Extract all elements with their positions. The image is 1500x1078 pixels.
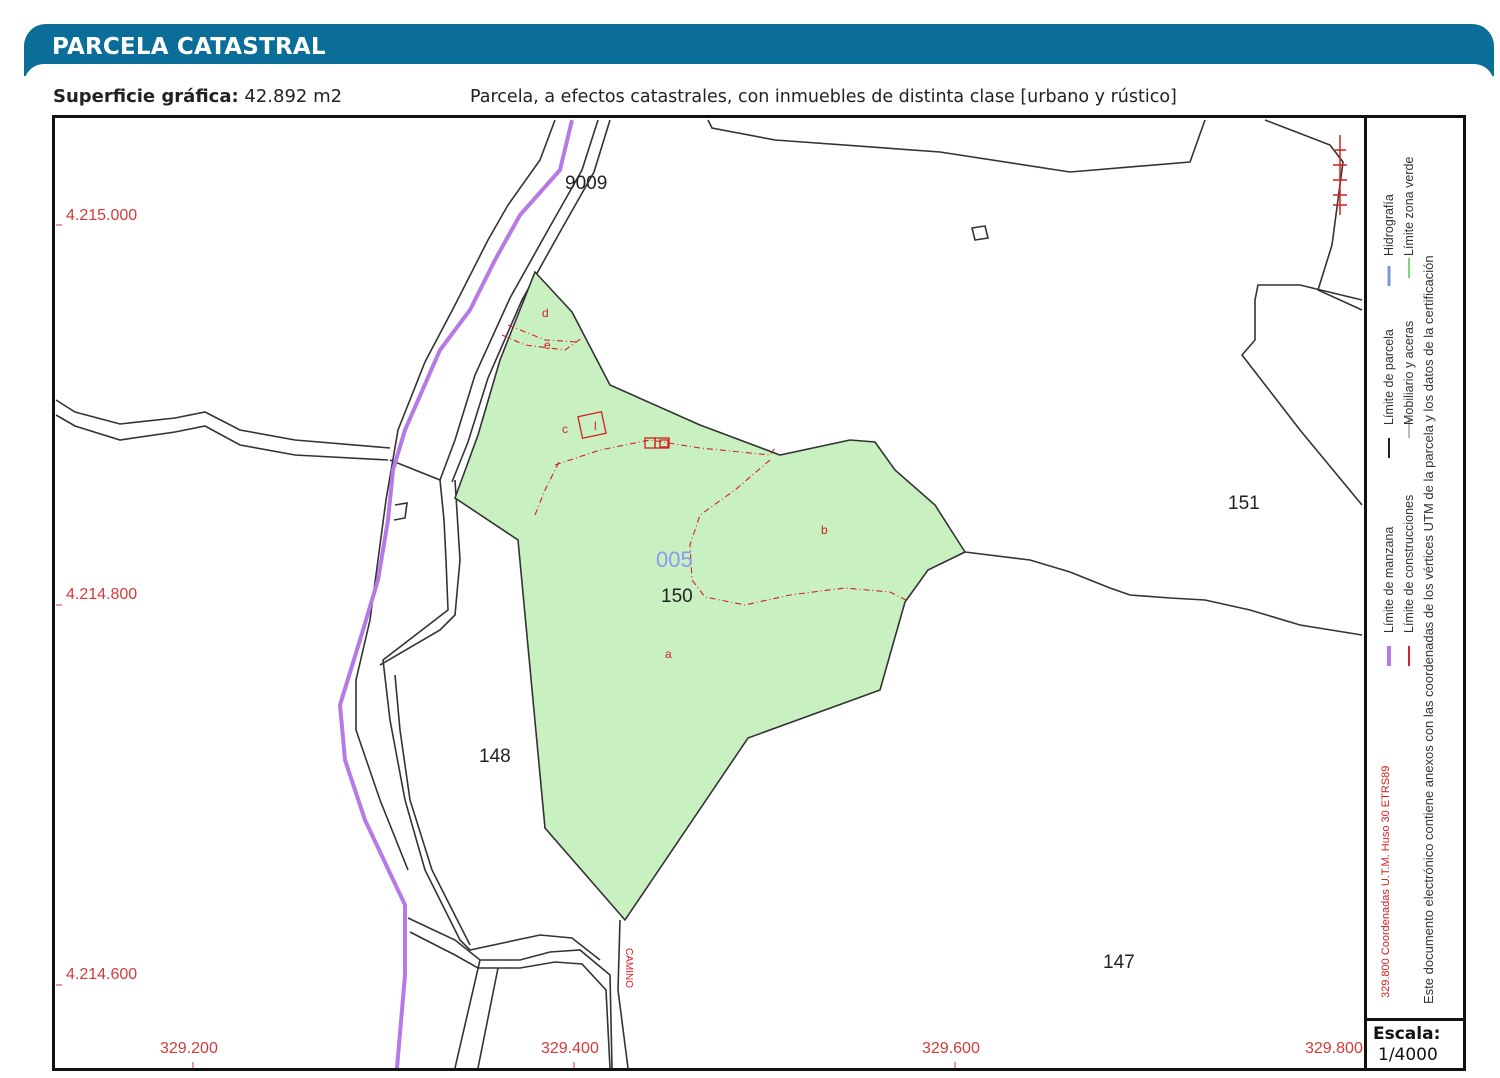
cadastral-map[interactable]: 4.215.000 4.214.800 4.214.600 329.200 32… <box>55 118 1364 1068</box>
boundary-bottom-road-2 <box>477 967 499 1068</box>
boundary-ne-2 <box>1240 284 1363 506</box>
road-name: CAMINO <box>623 948 634 988</box>
boundary-north <box>707 119 1206 173</box>
boundary-east-1 <box>964 551 1363 636</box>
parcel-label-east: 151 <box>1228 493 1260 514</box>
page-title: PARCELA CATASTRAL <box>52 34 326 60</box>
coord-y-2: 4.214.800 <box>66 586 137 603</box>
boundary-south-1 <box>617 919 629 1068</box>
parcel-description: Parcela, a efectos catastrales, con inmu… <box>470 87 1177 107</box>
subparcel-e: e <box>544 338 551 352</box>
legend-label-parcela: Límite de parcela <box>1382 329 1396 425</box>
header-curve <box>24 64 1494 84</box>
parcel-150[interactable] <box>454 270 967 922</box>
construction-label: l <box>594 419 597 433</box>
scale-value: 1/4000 <box>1378 1045 1438 1065</box>
parcel-label-south: 147 <box>1103 952 1135 973</box>
crs-note: 329.800 Coordenadas U.T.M. Huso 30 ETRS8… <box>1380 766 1392 998</box>
legend-panel: Límite de manzana Límite de parcela Hidr… <box>1364 118 1463 1018</box>
subparcel-b: b <box>821 523 828 537</box>
coord-x-1: 329.200 <box>160 1040 218 1057</box>
coord-x-2: 329.400 <box>541 1040 599 1057</box>
certification-note: Este documento electrónico contiene anex… <box>1421 255 1436 1004</box>
legend-label-construcciones: Límite de construcciones <box>1402 495 1416 633</box>
boundary-road-left-3 <box>379 479 461 666</box>
coord-x-3: 329.600 <box>922 1040 980 1057</box>
boundary-west-2 <box>55 414 389 461</box>
area-label: Superficie gráfica: <box>53 86 239 107</box>
legend-label-manzana: Límite de manzana <box>1382 527 1396 633</box>
boundary-bottom-road <box>454 959 481 1068</box>
legend-label-mobiliario: Mobiliario y aceras <box>1402 321 1416 425</box>
scale-box: Escala: 1/4000 <box>1364 1018 1463 1068</box>
legend-label-verde: Límite zona verde <box>1402 157 1416 256</box>
coord-y-3: 4.214.600 <box>66 966 137 983</box>
parcel-label-main: 150 <box>661 586 693 607</box>
coord-x-4: 329.800 <box>1305 1040 1363 1057</box>
polygon-label: 005 <box>656 547 693 572</box>
legend-label-hidro: Hidrografía <box>1382 194 1396 256</box>
area-value: 42.892 m2 <box>244 86 343 107</box>
parcel-label-road: 9009 <box>565 173 607 194</box>
construction-ne <box>1333 135 1347 215</box>
building-small-2 <box>393 502 408 521</box>
scale-label: Escala: <box>1373 1024 1441 1044</box>
subparcel-c: c <box>562 422 568 436</box>
boundary-ne-1 <box>1264 119 1363 311</box>
subparcel-d: d <box>542 306 549 320</box>
area-info: Superficie gráfica: 42.892 m2 <box>53 86 342 107</box>
coord-y-1: 4.215.000 <box>66 207 137 224</box>
building-small-1 <box>971 225 989 241</box>
subparcel-a: a <box>665 647 672 661</box>
boundary-west-1 <box>55 399 391 449</box>
parcel-label-west: 148 <box>479 746 511 767</box>
